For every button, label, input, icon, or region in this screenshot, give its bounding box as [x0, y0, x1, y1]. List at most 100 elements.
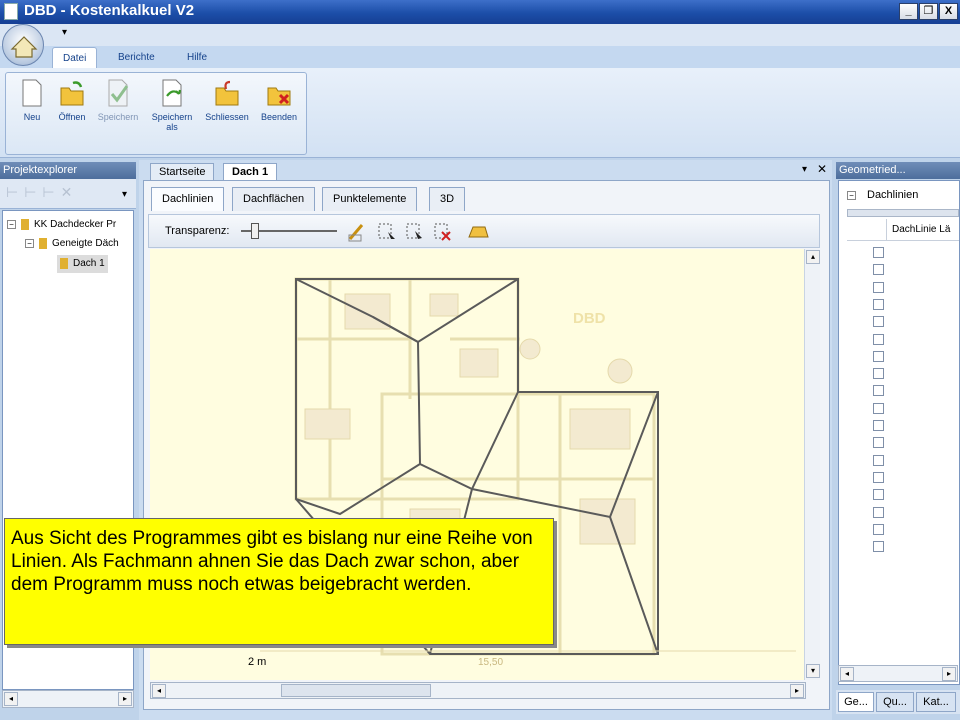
close-window-button[interactable]: X	[939, 3, 958, 20]
close-document-icon[interactable]: ✕	[817, 162, 827, 176]
scroll-left-icon[interactable]: ◂	[152, 684, 166, 698]
row-checkbox[interactable]	[873, 350, 884, 362]
delete-selection-icon[interactable]	[433, 222, 453, 242]
row-checkbox[interactable]	[873, 264, 884, 276]
transparency-slider-thumb[interactable]	[251, 223, 259, 239]
row-checkbox[interactable]	[873, 316, 884, 328]
row-checkbox[interactable]	[873, 420, 884, 431]
save-label: Speichern	[97, 112, 139, 122]
hscroll-thumb[interactable]	[281, 684, 431, 697]
scroll-left-icon[interactable]: ◂	[4, 692, 18, 706]
row-checkbox[interactable]	[873, 385, 884, 397]
tree-node-project[interactable]: − KK Dachdecker Pr	[7, 216, 116, 234]
explorer-header: Projektexplorer	[0, 162, 136, 179]
collapse-icon[interactable]: −	[847, 191, 856, 200]
window-title: DBD - Kostenkalkuel V2	[24, 2, 195, 19]
exit-label: Beenden	[260, 112, 298, 122]
row-checkbox[interactable]	[873, 489, 884, 501]
tab-geometrie[interactable]: Ge...	[838, 692, 874, 712]
geometry-bottom-tabs: Ge... Qu... Kat...	[836, 690, 960, 714]
house-icon	[10, 36, 38, 58]
scroll-right-icon[interactable]: ▸	[790, 684, 804, 698]
grid-node-label: Dachlinien	[867, 189, 919, 201]
save-checkmark-icon	[108, 79, 129, 107]
new-document-icon	[22, 79, 42, 107]
row-checkbox[interactable]	[873, 471, 884, 483]
qat-dropdown-icon[interactable]: ▾	[62, 27, 67, 38]
collapse-icon[interactable]: −	[7, 219, 16, 229]
scroll-down-icon[interactable]: ▾	[806, 664, 820, 678]
scroll-right-icon[interactable]: ▸	[118, 692, 132, 706]
row-checkbox[interactable]	[873, 368, 884, 380]
folder-icon	[39, 237, 47, 249]
collapse-icon[interactable]: −	[25, 238, 34, 248]
geometry-header: Geometried...	[836, 162, 960, 179]
tab-hilfe[interactable]: Hilfe	[177, 47, 217, 68]
scale-label: 2 m	[248, 656, 266, 668]
tab-dachflaechen[interactable]: Dachflächen	[232, 187, 316, 211]
close-file-button[interactable]: Schliessen	[204, 78, 250, 138]
tab-dachlinien[interactable]: Dachlinien	[151, 187, 225, 211]
scroll-right-icon[interactable]: ▸	[942, 667, 956, 681]
tab-3d[interactable]: 3D	[429, 187, 466, 211]
dbd-logo-watermark: DBD	[573, 310, 606, 327]
explorer-toolbar-icons: ⊢⊢⊢✕	[6, 184, 79, 200]
plan-vscrollbar[interactable]: ▴ ▾	[804, 249, 820, 680]
geometry-grid: − Dachlinien DachLinie Lä	[838, 180, 960, 685]
row-checkbox[interactable]	[873, 541, 884, 553]
new-label: Neu	[23, 112, 41, 122]
explorer-toolbar-dropdown-icon[interactable]: ▾	[122, 189, 127, 200]
tree-node-dach-1[interactable]: Dach 1	[57, 255, 108, 273]
transparency-label: Transparenz:	[165, 225, 230, 237]
application-window: DBD - Kostenkalkuel V2 _ ❐ X ▾ Datei Ber…	[0, 0, 960, 720]
row-checkbox[interactable]	[873, 402, 884, 414]
minimize-button[interactable]: _	[899, 3, 918, 20]
row-checkbox[interactable]	[873, 298, 884, 310]
open-button[interactable]: Öffnen	[49, 78, 95, 138]
open-folder-icon	[60, 81, 84, 106]
row-checkbox[interactable]	[873, 333, 884, 345]
open-label: Öffnen	[58, 112, 86, 122]
select-area-icon[interactable]	[377, 222, 397, 242]
row-checkbox[interactable]	[873, 523, 884, 535]
row-checkbox[interactable]	[873, 506, 884, 518]
tab-berichte[interactable]: Berichte	[108, 47, 165, 68]
row-checkbox[interactable]	[873, 454, 884, 466]
application-menu-button[interactable]	[2, 24, 44, 66]
scroll-up-icon[interactable]: ▴	[806, 250, 820, 264]
row-checkbox[interactable]	[873, 247, 884, 258]
tutorial-callout: Aus Sicht des Programmes gibt es bislang…	[4, 518, 554, 645]
exit-button[interactable]: Beenden	[256, 78, 302, 138]
column-header[interactable]: DachLinie Lä	[892, 224, 950, 235]
geometry-hscrollbar[interactable]: ◂ ▸	[838, 665, 958, 682]
save-button[interactable]: Speichern	[95, 78, 141, 138]
tree-node-geneigte-daecher[interactable]: − Geneigte Däch	[25, 235, 119, 253]
roof-shape-icon[interactable]	[467, 224, 489, 240]
close-folder-icon	[215, 80, 239, 106]
tab-katalog[interactable]: Kat...	[916, 692, 956, 712]
grid-group-bar	[847, 209, 959, 217]
save-as-label: Speichern als	[151, 112, 193, 132]
row-checkbox[interactable]	[873, 281, 884, 293]
plan-hscrollbar[interactable]: ◂ ▸	[150, 682, 806, 699]
drawing-toolbar: Transparenz:	[148, 214, 820, 248]
checkbox-column	[873, 247, 887, 553]
save-as-icon	[162, 79, 182, 107]
folder-icon	[60, 257, 68, 269]
tab-startseite[interactable]: Startseite	[150, 163, 215, 180]
scroll-left-icon[interactable]: ◂	[840, 667, 854, 681]
tab-list-icon[interactable]: ▾	[802, 164, 807, 175]
maximize-button[interactable]: ❐	[919, 3, 938, 20]
title-bar: DBD - Kostenkalkuel V2 _ ❐ X	[0, 0, 960, 24]
row-checkbox[interactable]	[873, 437, 884, 449]
dimension-label: 15,50	[478, 657, 503, 668]
select-object-icon[interactable]	[405, 222, 425, 242]
tab-punktelemente[interactable]: Punktelemente	[322, 187, 418, 211]
save-as-button[interactable]: Speichern als	[149, 78, 195, 138]
close-file-label: Schliessen	[205, 112, 249, 122]
tab-datei[interactable]: Datei	[52, 47, 98, 68]
explorer-hscrollbar[interactable]: ◂ ▸	[2, 690, 134, 708]
tab-quellen[interactable]: Qu...	[876, 692, 914, 712]
draw-line-icon[interactable]	[347, 222, 367, 242]
tab-dach-1[interactable]: Dach 1	[223, 163, 278, 180]
